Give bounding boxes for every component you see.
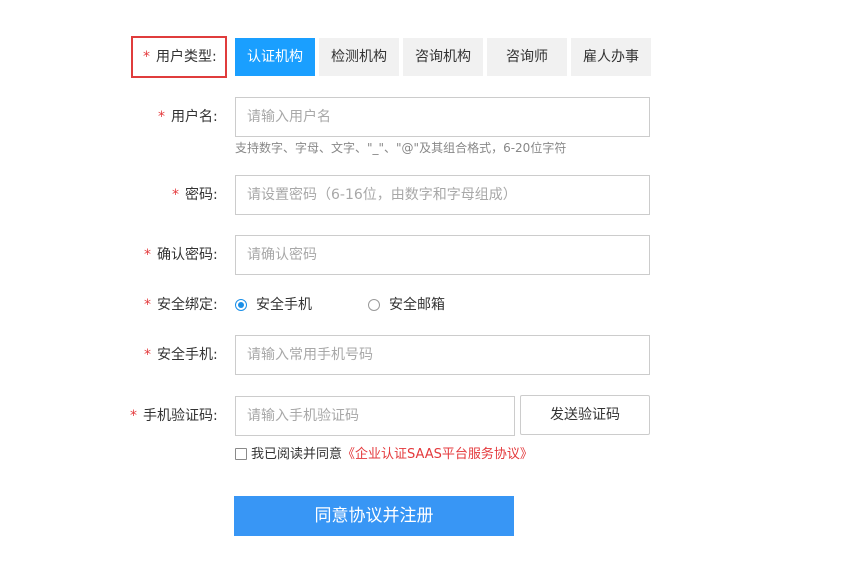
required-mark: * [144, 347, 151, 363]
security-binding-label: * 安全绑定: [144, 295, 218, 315]
radio-security-email[interactable] [368, 299, 380, 311]
phone-label: * 安全手机: [144, 345, 218, 365]
required-mark: * [144, 297, 151, 313]
phone-input[interactable]: 请输入常用手机号码 [235, 335, 650, 375]
username-label-text: 用户名: [171, 109, 218, 125]
required-mark: * [172, 187, 179, 203]
tab-consulting-agency[interactable]: 咨询机构 [403, 38, 483, 76]
password-input[interactable]: 请设置密码（6-16位，由数字和字母组成） [235, 175, 650, 215]
tab-testing-agency[interactable]: 检测机构 [319, 38, 399, 76]
required-mark: * [130, 408, 137, 424]
radio-security-phone-label[interactable]: 安全手机 [256, 295, 312, 315]
password-label-text: 密码: [185, 187, 218, 203]
user-type-label: * 用户类型: [143, 47, 217, 67]
security-binding-label-text: 安全绑定: [157, 297, 218, 313]
phone-label-text: 安全手机: [157, 347, 218, 363]
send-code-button[interactable]: 发送验证码 [520, 395, 650, 435]
username-label: * 用户名: [158, 107, 218, 127]
tab-certification-agency[interactable]: 认证机构 [235, 38, 315, 76]
required-mark: * [144, 247, 151, 263]
required-mark: * [143, 49, 150, 65]
tab-consultant[interactable]: 咨询师 [487, 38, 567, 76]
required-mark: * [158, 109, 165, 125]
register-submit-button[interactable]: 同意协议并注册 [234, 496, 514, 536]
sms-code-input[interactable]: 请输入手机验证码 [235, 396, 515, 436]
agreement-checkbox[interactable] [235, 448, 247, 460]
username-input[interactable]: 请输入用户名 [235, 97, 650, 137]
agreement-link[interactable]: 《企业认证SAAS平台服务协议》 [342, 447, 533, 462]
sms-code-label: * 手机验证码: [130, 406, 218, 426]
confirm-password-label-text: 确认密码: [157, 247, 218, 263]
radio-security-email-label[interactable]: 安全邮箱 [389, 295, 445, 315]
password-label: * 密码: [172, 185, 218, 205]
tab-hire-service[interactable]: 雇人办事 [571, 38, 651, 76]
confirm-password-input[interactable]: 请确认密码 [235, 235, 650, 275]
username-hint: 支持数字、字母、文字、"_"、"@"及其组合格式，6-20位字符 [235, 141, 567, 155]
agreement-text: 我已阅读并同意《企业认证SAAS平台服务协议》 [251, 445, 533, 465]
confirm-password-label: * 确认密码: [144, 245, 218, 265]
user-type-label-text: 用户类型: [156, 49, 217, 65]
agreement-prefix: 我已阅读并同意 [251, 447, 343, 462]
sms-code-label-text: 手机验证码: [143, 408, 218, 424]
radio-security-phone[interactable] [235, 299, 247, 311]
